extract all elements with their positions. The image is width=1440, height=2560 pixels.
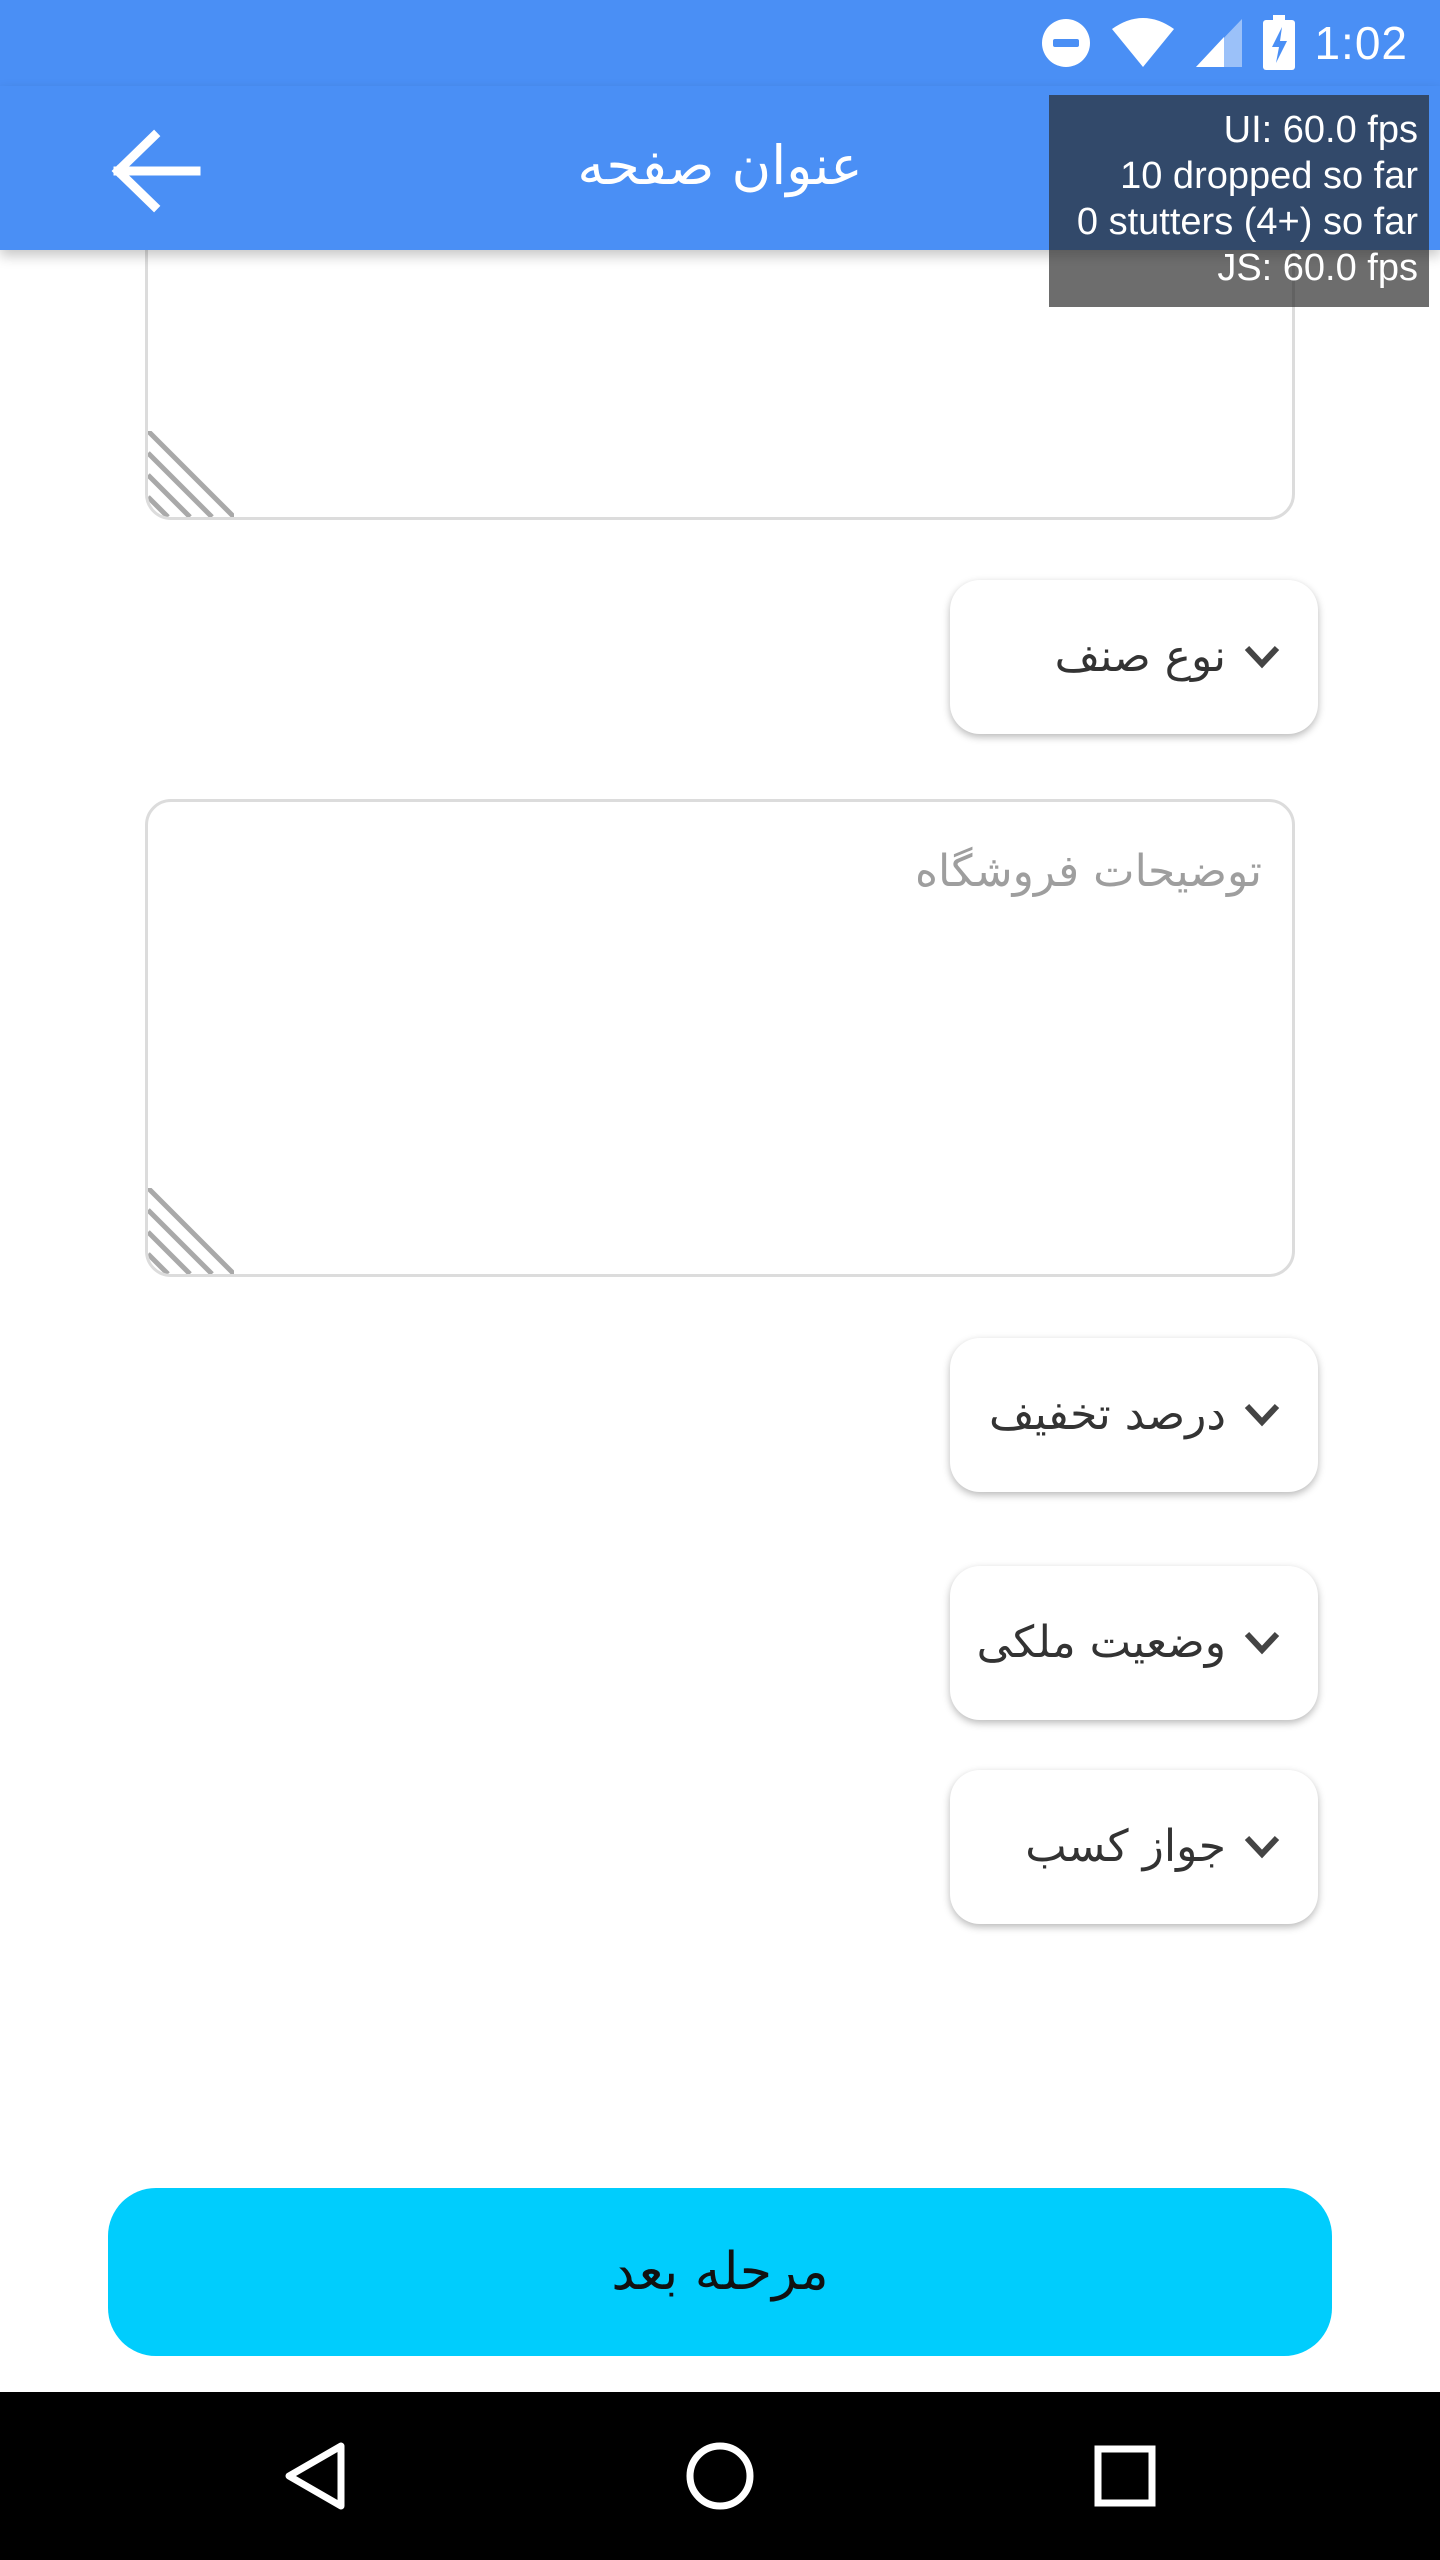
system-nav-bar xyxy=(0,2392,1440,2560)
business-license-dropdown[interactable]: جواز کسب xyxy=(950,1770,1318,1924)
chevron-down-icon xyxy=(1244,645,1280,669)
chevron-down-icon xyxy=(1244,1835,1280,1859)
resize-handle-icon[interactable] xyxy=(148,1188,234,1274)
ownership-status-dropdown[interactable]: وضعیت ملکی xyxy=(950,1566,1318,1720)
chevron-down-icon xyxy=(1244,1403,1280,1427)
dropdown-label: وضعیت ملکی xyxy=(976,1617,1226,1668)
perf-dropped-frames: 10 dropped so far xyxy=(1120,155,1418,197)
next-step-button[interactable]: مرحله بعد xyxy=(108,2188,1332,2356)
resize-handle-icon[interactable] xyxy=(148,431,234,517)
back-triangle-icon[interactable] xyxy=(255,2416,375,2536)
home-circle-icon[interactable] xyxy=(660,2416,780,2536)
dropdown-label: نوع صنف xyxy=(1054,631,1226,682)
textarea-placeholder: توضیحات فروشگاه xyxy=(914,846,1262,897)
perf-ui-fps: UI: 60.0 fps xyxy=(1223,109,1418,151)
perf-monitor-overlay: UI: 60.0 fps 10 dropped so far 0 stutter… xyxy=(1049,95,1429,307)
form-content: نوع صنف توضیحات فروشگاه درصد تخفیف وضعیت… xyxy=(0,0,1440,2400)
perf-stutters: 0 stutters (4+) so far xyxy=(1076,201,1418,243)
perf-js-fps: JS: 60.0 fps xyxy=(1217,247,1418,289)
dropdown-label: درصد تخفیف xyxy=(988,1389,1226,1440)
store-description-textarea[interactable]: توضیحات فروشگاه xyxy=(145,799,1295,1277)
recents-square-icon[interactable] xyxy=(1065,2416,1185,2536)
category-type-dropdown[interactable]: نوع صنف xyxy=(950,580,1318,734)
discount-percent-dropdown[interactable]: درصد تخفیف xyxy=(950,1338,1318,1492)
dropdown-label: جواز کسب xyxy=(1025,1821,1226,1872)
chevron-down-icon xyxy=(1244,1631,1280,1655)
